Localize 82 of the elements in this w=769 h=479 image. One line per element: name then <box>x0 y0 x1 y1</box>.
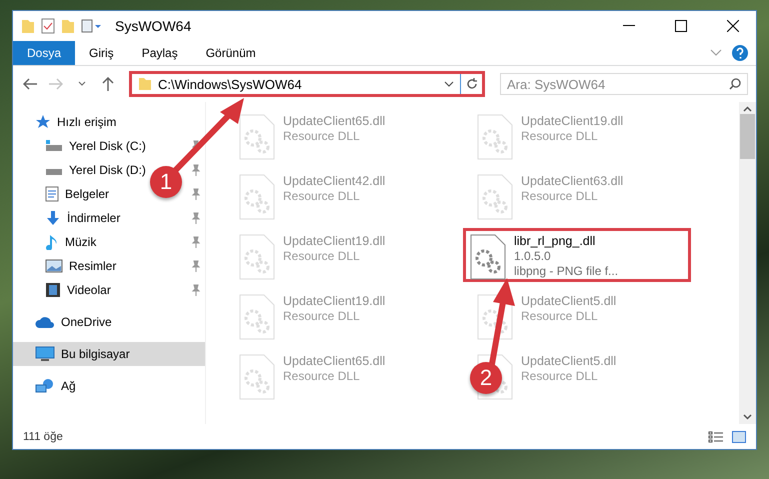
sidebar-item[interactable]: Hızlı erişim <box>13 110 122 134</box>
file-name: UpdateClient19.dll <box>521 114 624 128</box>
ribbon-tab[interactable]: Giriş <box>75 41 128 65</box>
dll-file-icon <box>477 114 513 160</box>
sidebar-item[interactable]: Yerel Disk (D:) <box>13 158 152 182</box>
pin-icon[interactable] <box>191 236 201 248</box>
dll-file-icon <box>239 234 275 280</box>
details-view-icon[interactable] <box>708 430 724 442</box>
cloud-icon <box>35 315 55 329</box>
chevron-down-icon <box>78 81 86 87</box>
network-icon <box>35 378 55 394</box>
document-icon <box>45 186 59 202</box>
star-icon <box>35 114 51 130</box>
dll-file-icon <box>239 114 275 160</box>
file-name: UpdateClient5.dll <box>521 294 616 308</box>
file-name: UpdateClient65.dll <box>283 354 386 368</box>
file-name: UpdateClient19.dll <box>283 234 386 248</box>
monitor-icon <box>35 346 55 362</box>
dll-file-icon <box>239 294 275 340</box>
address-bar[interactable]: C:\Windows\SysWOW64 <box>129 71 485 97</box>
file-detail: Resource DLL <box>521 309 599 323</box>
scroll-thumb[interactable] <box>740 114 755 159</box>
dll-file-icon <box>239 174 275 220</box>
help-icon[interactable] <box>732 45 748 61</box>
search-icon[interactable] <box>729 78 741 90</box>
file-name: UpdateClient63.dll <box>521 174 624 188</box>
folder-icon <box>138 77 152 91</box>
file-detail: Resource DLL <box>521 189 599 203</box>
file-detail: Resource DLL <box>283 249 361 263</box>
maximize-icon <box>675 20 687 32</box>
scroll-down-icon[interactable] <box>743 414 752 420</box>
sidebar-item[interactable]: Yerel Disk (C:) <box>13 134 152 158</box>
chevron-down-icon[interactable] <box>444 81 454 87</box>
drive-icon <box>45 140 63 152</box>
file-detail: Resource DLL <box>521 129 599 143</box>
pin-icon[interactable] <box>191 284 201 296</box>
item-count: 111 öğe <box>23 430 64 442</box>
sidebar-item[interactable]: İndirmeler <box>13 206 126 230</box>
file-name: UpdateClient5.dll <box>521 354 616 368</box>
film-icon <box>45 282 61 298</box>
file-detail: Resource DLL <box>283 129 361 143</box>
large-icons-view-icon[interactable] <box>732 430 746 442</box>
scrollbar[interactable] <box>739 102 756 424</box>
file-detail: Resource DLL <box>283 309 361 323</box>
sidebar-item[interactable]: Resimler <box>13 254 122 278</box>
picture-icon <box>45 259 63 273</box>
dll-file-icon <box>239 354 275 400</box>
sidebar-item[interactable]: Ağ <box>13 374 82 398</box>
pin-icon[interactable] <box>191 260 201 272</box>
pin-icon[interactable] <box>191 188 201 200</box>
sidebar-item[interactable]: Bu bilgisayar <box>13 342 205 366</box>
file-name: UpdateClient65.dll <box>283 114 386 128</box>
sidebar-item[interactable]: Videolar <box>13 278 117 302</box>
refresh-icon <box>466 78 478 90</box>
file-name: UpdateClient42.dll <box>283 174 386 188</box>
window-title: SysWOW64 <box>115 18 192 34</box>
music-note-icon <box>45 234 59 250</box>
search-field[interactable]: Ara: SysWOW64 <box>500 73 748 95</box>
file-name: libr_rl_png_.dll <box>514 234 596 248</box>
file-detail: Resource DLL <box>521 369 599 383</box>
properties-icon[interactable] <box>41 18 55 34</box>
customize-toolbar-icon[interactable] <box>81 18 103 34</box>
close-icon <box>727 20 739 32</box>
pin-icon[interactable] <box>191 212 201 224</box>
file-detail: libpng - PNG file f... <box>514 264 618 278</box>
pin-icon[interactable] <box>191 164 201 176</box>
sidebar-item[interactable]: Belgeler <box>13 182 116 206</box>
sidebar-item[interactable]: Müzik <box>13 230 102 254</box>
address-path: C:\Windows\SysWOW64 <box>158 76 303 92</box>
file-name: UpdateClient19.dll <box>283 294 386 308</box>
ribbon-tab[interactable]: Paylaş <box>128 41 192 65</box>
ribbon-tab[interactable]: Görünüm <box>192 41 270 65</box>
dll-file-icon <box>470 234 506 280</box>
file-detail: 1.0.5.0 <box>514 249 552 263</box>
ribbon-tab[interactable]: Dosya <box>13 41 76 65</box>
minimize-icon <box>623 25 635 27</box>
scroll-up-icon[interactable] <box>743 106 752 112</box>
down-arrow-icon <box>45 210 61 226</box>
file-detail: Resource DLL <box>283 369 361 383</box>
sidebar-item[interactable]: OneDrive <box>13 310 118 334</box>
dll-file-icon <box>477 174 513 220</box>
file-detail: Resource DLL <box>283 189 361 203</box>
